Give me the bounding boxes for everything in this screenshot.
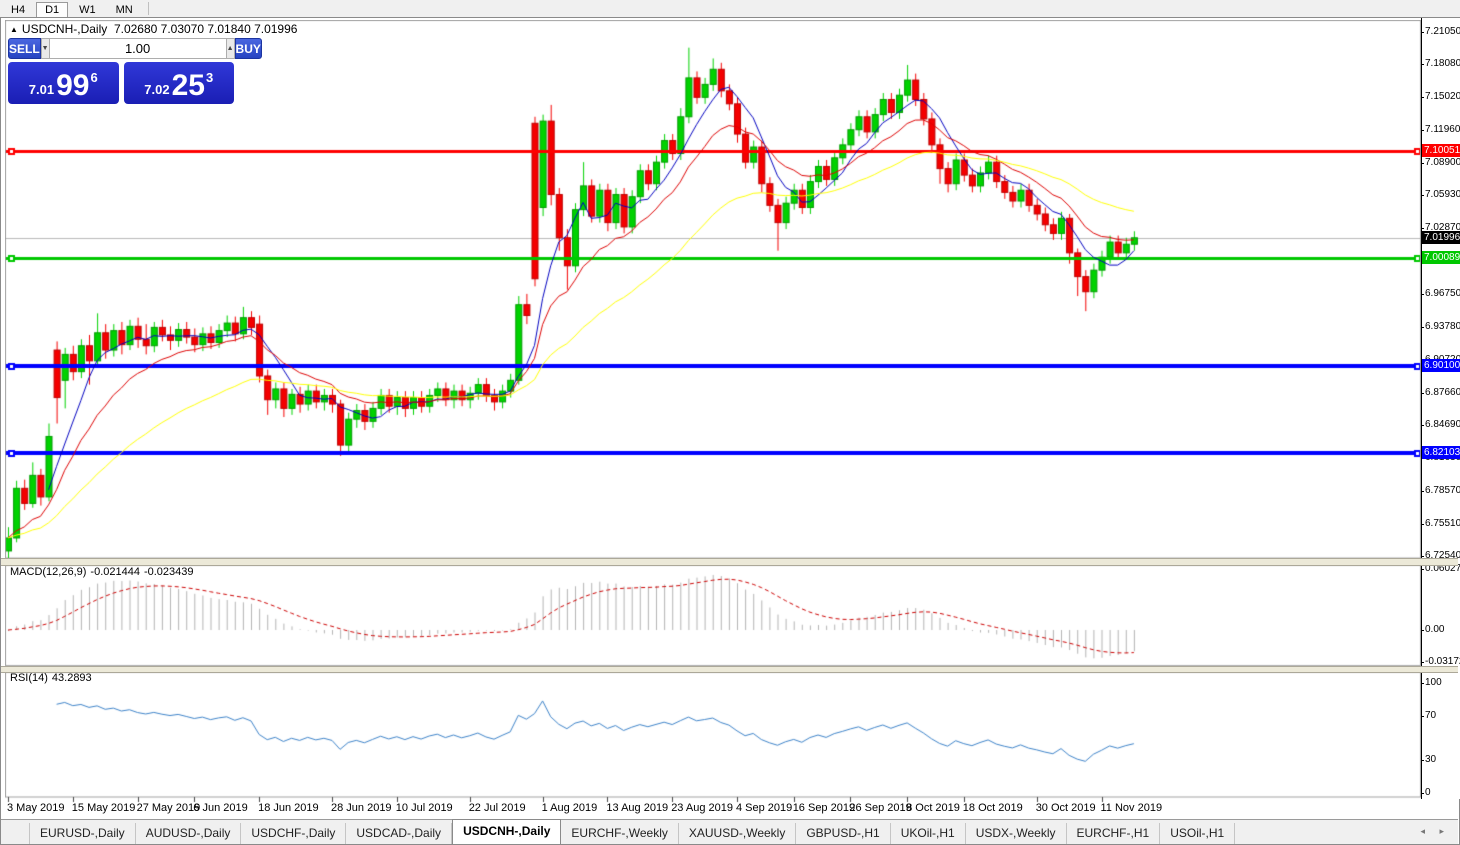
date-tick-label: 10 Jul 2019 xyxy=(396,802,453,814)
chart-tab-eurusd[interactable]: EURUSD-,Daily xyxy=(29,823,136,844)
timeframe-button-d1[interactable]: D1 xyxy=(36,2,68,18)
date-tick-label: 18 Oct 2019 xyxy=(963,802,1023,814)
timeframe-toolbar: H4D1W1MN xyxy=(0,0,1460,18)
price-line-label: 7.10051 xyxy=(1422,144,1460,157)
date-tick-label: 23 Aug 2019 xyxy=(671,802,733,814)
date-tick-label: 3 May 2019 xyxy=(7,802,64,814)
buy-price-prefix: 7.02 xyxy=(144,82,169,97)
buy-button[interactable]: BUY xyxy=(235,38,262,59)
pane-splitter-rsi[interactable] xyxy=(1,666,1458,673)
price-line-label: 6.90100 xyxy=(1422,359,1460,372)
chart-tab-usdcad[interactable]: USDCAD-,Daily xyxy=(346,823,452,844)
rsi-value: 43.2893 xyxy=(52,672,92,684)
price-tick-label: 7.11960 xyxy=(1425,125,1460,135)
pane-splitter-macd[interactable] xyxy=(1,558,1458,566)
price-tick-label: 7.21050 xyxy=(1425,27,1460,37)
rsi-indicator-label: RSI(14) 43.2893 xyxy=(10,672,96,684)
chart-tab-usoil[interactable]: USOil-,H1 xyxy=(1160,823,1235,844)
chart-tab-audusd[interactable]: AUDUSD-,Daily xyxy=(136,823,242,844)
price-line-label: 7.00089 xyxy=(1422,251,1460,264)
price-chart-canvas[interactable] xyxy=(5,20,1421,818)
tab-scroll-arrows[interactable]: ◂ ▸ xyxy=(1420,826,1450,837)
chart-tab-xauusd[interactable]: XAUUSD-,Weekly xyxy=(679,823,796,844)
one-click-trading-panel: SELL ▼ ▲ BUY 7.01 99 6 7.02 25 3 xyxy=(8,38,234,104)
price-scale-axis[interactable]: 7.21050 7.18080 7.15020 7.11960 7.08900 7.059… xyxy=(1421,18,1460,799)
chart-tab-eurchf[interactable]: EURCHF-,Weekly xyxy=(561,823,678,844)
toolbar-separator xyxy=(148,2,149,15)
date-tick-label: 6 Jun 2019 xyxy=(193,802,247,814)
price-tick-label: 7.15020 xyxy=(1425,92,1460,102)
symbol-info-bar: ▲ USDCNH-,Daily 7.02680 7.03070 7.01840 7… xyxy=(10,22,297,36)
rsi-tick-label: 100 xyxy=(1425,678,1442,688)
price-tick-label: 6.75510 xyxy=(1425,519,1460,529)
sell-price-big: 99 xyxy=(56,71,89,101)
sell-price-pip: 6 xyxy=(90,70,97,85)
timeframe-button-h4[interactable]: H4 xyxy=(2,2,34,18)
price-tick-label: 6.78570 xyxy=(1425,486,1460,496)
date-tick-label: 28 Jun 2019 xyxy=(331,802,392,814)
price-tick-label: 7.08900 xyxy=(1425,158,1460,168)
date-tick-label: 11 Nov 2019 xyxy=(1101,802,1163,814)
rsi-name: RSI(14) xyxy=(10,672,48,684)
collapse-panel-icon[interactable]: ▲ xyxy=(10,25,18,34)
timeframe-button-mn[interactable]: MN xyxy=(107,2,142,18)
macd-name: MACD(12,26,9) xyxy=(10,566,86,578)
price-tick-label: 7.05930 xyxy=(1425,190,1460,200)
date-tick-label: 4 Sep 2019 xyxy=(736,802,792,814)
chart-tab-bar: EURUSD-,DailyAUDUSD-,DailyUSDCHF-,DailyU… xyxy=(1,819,1458,844)
date-tick-label: 15 May 2019 xyxy=(72,802,136,814)
symbol-name: USDCNH-,Daily xyxy=(22,22,107,36)
chart-tab-ukoil[interactable]: UKOil-,H1 xyxy=(891,823,966,844)
volume-decrease-button[interactable]: ▼ xyxy=(41,38,50,59)
volume-input[interactable] xyxy=(50,38,226,59)
chart-tab-usdcnh[interactable]: USDCNH-,Daily xyxy=(452,819,561,844)
sell-button[interactable]: SELL xyxy=(8,38,41,59)
rsi-tick-label: 0 xyxy=(1425,788,1431,798)
buy-price-panel[interactable]: 7.02 25 3 xyxy=(124,62,235,104)
date-tick-label: 16 Sep 2019 xyxy=(793,802,855,814)
chart-tab-eurchf[interactable]: EURCHF-,H1 xyxy=(1067,823,1161,844)
date-tick-label: 18 Jun 2019 xyxy=(258,802,319,814)
price-line-label: 6.82103 xyxy=(1422,446,1460,459)
macd-indicator-label: MACD(12,26,9) -0.021444 -0.023439 xyxy=(10,566,198,578)
sell-price-panel[interactable]: 7.01 99 6 xyxy=(8,62,119,104)
buy-price-big: 25 xyxy=(172,71,205,101)
date-tick-label: 1 Aug 2019 xyxy=(542,802,598,814)
buy-price-pip: 3 xyxy=(206,70,213,85)
rsi-tick-label: 70 xyxy=(1425,711,1436,721)
sell-price-prefix: 7.01 xyxy=(29,82,54,97)
price-line-label: 7.01996 xyxy=(1422,231,1460,244)
trading-app: H4D1W1MN 7.21050 7.18080 7.15020 7.11960 7.0… xyxy=(0,0,1460,845)
chart-tab-usdx[interactable]: USDX-,Weekly xyxy=(966,823,1067,844)
date-tick-label: 27 May 2019 xyxy=(137,802,201,814)
volume-increase-button[interactable]: ▲ xyxy=(226,38,235,59)
price-tick-label: 7.18080 xyxy=(1425,59,1460,69)
date-tick-label: 13 Aug 2019 xyxy=(606,802,668,814)
macd-tick-label: 0.00 xyxy=(1425,625,1444,635)
symbol-ohlc: 7.02680 7.03070 7.01840 7.01996 xyxy=(114,22,298,36)
timeframe-button-w1[interactable]: W1 xyxy=(70,2,105,18)
macd-main-value: -0.021444 xyxy=(90,566,140,578)
date-tick-label: 8 Oct 2019 xyxy=(906,802,960,814)
chart-tab-usdchf[interactable]: USDCHF-,Daily xyxy=(241,823,346,844)
chart-tab-gbpusd[interactable]: GBPUSD-,H1 xyxy=(796,823,890,844)
date-tick-label: 30 Oct 2019 xyxy=(1036,802,1096,814)
price-tick-label: 6.84690 xyxy=(1425,420,1460,430)
rsi-tick-label: 30 xyxy=(1425,755,1436,765)
date-tick-label: 22 Jul 2019 xyxy=(469,802,526,814)
macd-signal-value: -0.023439 xyxy=(144,566,194,578)
date-tick-label: 26 Sep 2019 xyxy=(849,802,911,814)
price-tick-label: 6.87660 xyxy=(1425,388,1460,398)
price-tick-label: 6.93780 xyxy=(1425,322,1460,332)
price-tick-label: 6.96750 xyxy=(1425,289,1460,299)
